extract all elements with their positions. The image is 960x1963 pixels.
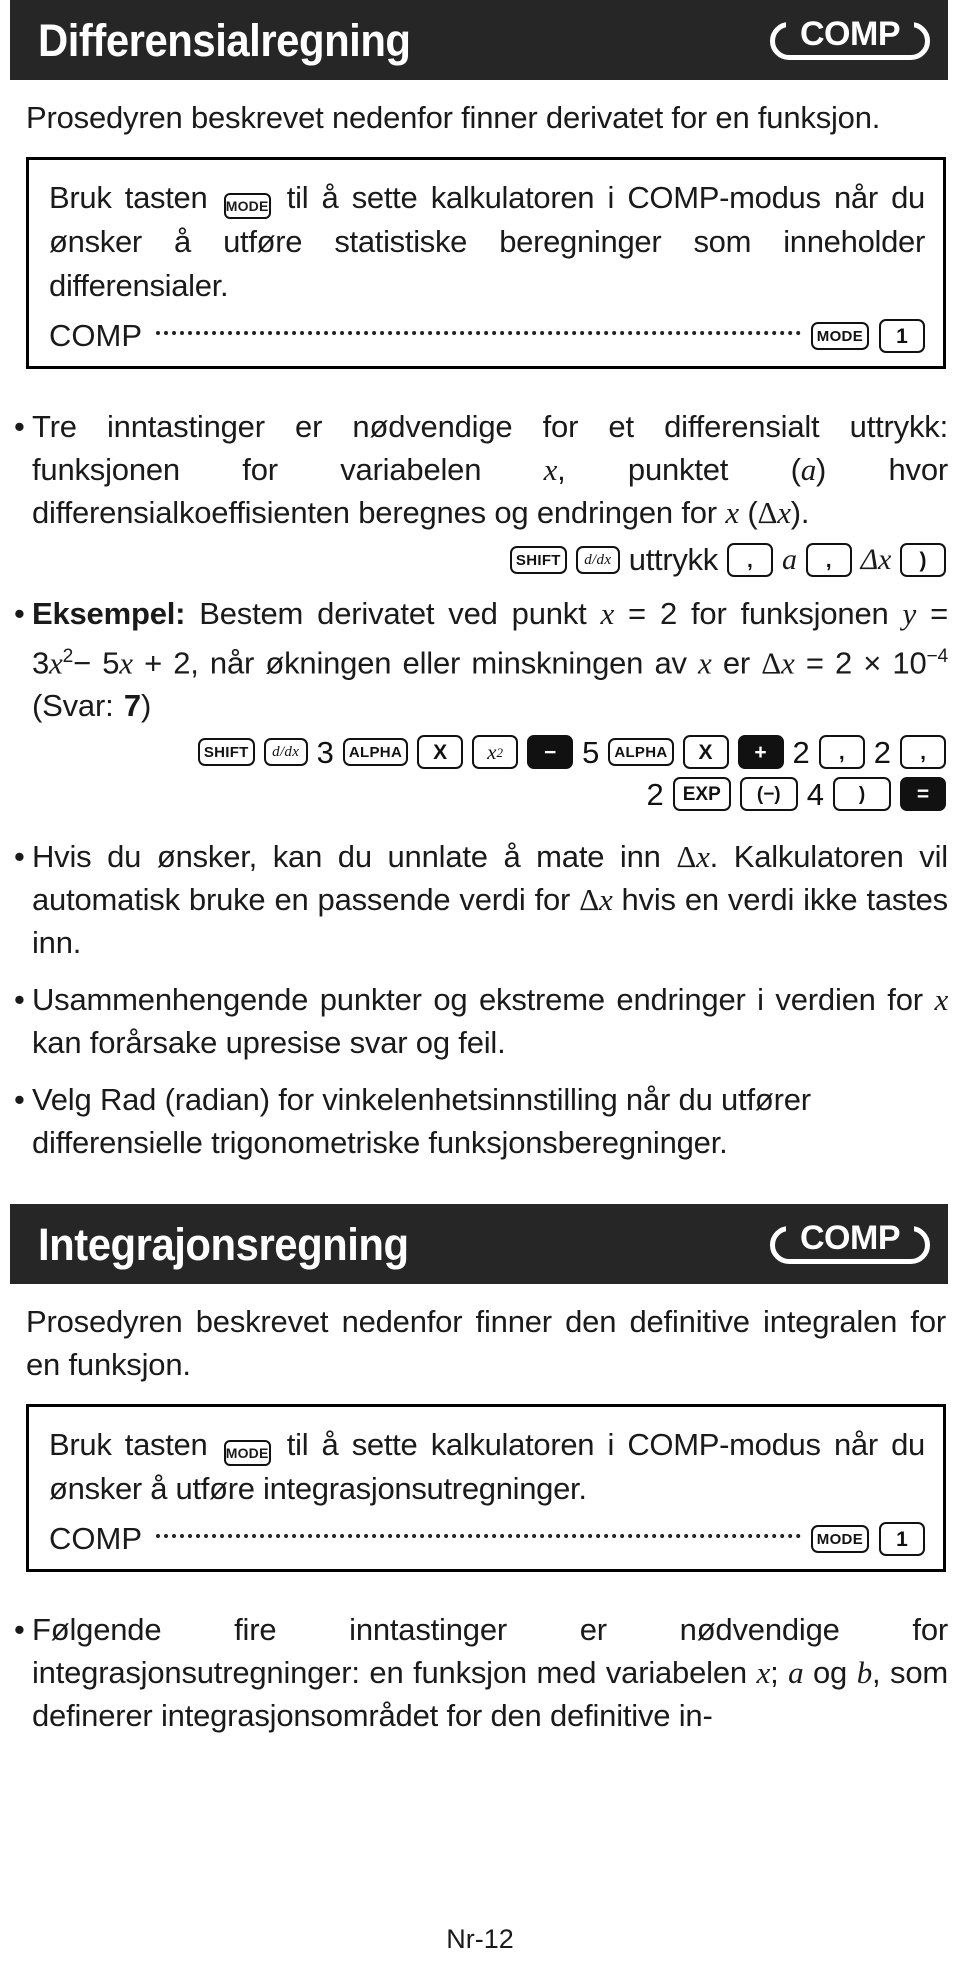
- key-alpha-2[interactable]: ALPHA: [608, 738, 674, 767]
- digit-2c: 2: [646, 776, 664, 812]
- mode-box-text-before-2: Bruk tasten: [49, 1427, 208, 1463]
- mode-box-text-2: Bruk tasten MODE til å sette kalkulatore…: [49, 1423, 925, 1511]
- key-plus[interactable]: +: [737, 735, 784, 770]
- section-title-2: Integrajonsregning: [38, 1218, 409, 1270]
- key-1[interactable]: 1: [879, 319, 925, 353]
- syntax-expression-label: uttrykk: [628, 542, 719, 577]
- bullet-four-inputs: • Følgende fire inntastinger er nødvendi…: [0, 1608, 960, 1737]
- example-text: Eksempel: Bestem derivatet ved punkt x =…: [32, 596, 948, 724]
- leader-dots: [156, 330, 801, 335]
- bullet-example: • Eksempel: Bestem derivatet ved punkt x…: [0, 592, 960, 727]
- key-x-2[interactable]: X: [682, 735, 729, 770]
- bullet-dot: •: [14, 839, 25, 875]
- badge-label-2: COMP: [800, 1219, 901, 1258]
- key-1-2[interactable]: 1: [879, 1522, 925, 1557]
- key-comma-4[interactable]: ,: [900, 735, 946, 770]
- key-x-squared[interactable]: x2: [472, 735, 519, 770]
- key-close-paren-2[interactable]: ): [833, 777, 891, 812]
- key-ddx[interactable]: d/dx: [263, 738, 308, 767]
- syntax-key-sequence: SHIFT d/dx uttrykk , a , Δx ): [0, 542, 960, 578]
- note-text-2: Usammenhengende punkter og ekstreme endr…: [32, 982, 948, 1061]
- mode-box-text-1: Bruk tasten MODE til å sette kalkulatore…: [49, 176, 925, 308]
- digit-2a: 2: [792, 734, 810, 770]
- mode-instruction-box-1: Bruk tasten MODE til å sette kalkulatore…: [26, 157, 946, 369]
- key-shift[interactable]: SHIFT: [509, 546, 567, 574]
- bullet-dot: •: [14, 982, 25, 1018]
- bullet-note-radian: • Velg Rad (radian) for vinkelenhetsinns…: [0, 1078, 960, 1164]
- key-mode[interactable]: MODE: [810, 322, 869, 350]
- mode-selection-line-2: COMP MODE 1: [49, 1521, 925, 1557]
- intro-paragraph-1: Prosedyren beskrevet nedenfor finner der…: [26, 100, 881, 135]
- mode-key-icon[interactable]: MODE: [223, 193, 271, 219]
- mode-box-text-before: Bruk tasten: [49, 180, 208, 215]
- digit-2b: 2: [873, 734, 891, 770]
- digit-4: 4: [806, 776, 824, 812]
- key-mode-2[interactable]: MODE: [810, 1525, 869, 1554]
- bullet-dot: •: [14, 596, 25, 631]
- section-header-differensialregning: Differensialregning COMP: [10, 0, 948, 80]
- bullet-text-2: Følgende fire inntastinger er nødvendige…: [32, 1612, 948, 1734]
- section-header-integrajonsregning: Integrajonsregning COMP: [10, 1204, 948, 1285]
- mode-key-sequence-2: MODE 1: [810, 1522, 925, 1557]
- badge-label: COMP: [800, 15, 901, 53]
- comp-mode-badge: COMP: [770, 16, 930, 64]
- mode-selection-line-1: COMP MODE 1: [49, 318, 925, 354]
- intro-paragraph-2: Prosedyren beskrevet nedenfor finner den…: [26, 1304, 946, 1383]
- bullet-note-delta-x: • Hvis du ønsker, kan du unnlate å mate …: [0, 835, 960, 964]
- digit-3: 3: [316, 734, 334, 770]
- bullet-dot: •: [14, 409, 25, 444]
- syntax-deltax-label: Δx: [860, 543, 892, 576]
- leader-dots-2: [156, 1533, 801, 1538]
- bullet-dot: •: [14, 1612, 25, 1648]
- key-equals[interactable]: =: [900, 777, 946, 812]
- example-key-sequence-row-1: SHIFT d/dx 3 ALPHA X x2 − 5 ALPHA X + 2 …: [0, 734, 960, 770]
- syntax-a-label: a: [781, 543, 797, 576]
- key-shift[interactable]: SHIFT: [197, 738, 255, 767]
- key-exp[interactable]: EXP: [672, 777, 731, 812]
- mode-name-label-2: COMP: [49, 1521, 142, 1557]
- key-alpha-1[interactable]: ALPHA: [342, 738, 409, 767]
- bullet-note-discontinuous: • Usammenhengende punkter og ekstreme en…: [0, 978, 960, 1064]
- page-number-footer: Nr-12: [446, 1924, 514, 1954]
- bullet-text: Tre inntastinger er nødvendige for et di…: [32, 409, 948, 530]
- key-comma-2[interactable]: ,: [805, 543, 852, 577]
- note-text-1: Hvis du ønsker, kan du unnlate å mate in…: [32, 839, 948, 961]
- bullet-list-1: • Tre inntastinger er nødvendige for et …: [0, 405, 960, 534]
- bullet-three-inputs: • Tre inntastinger er nødvendige for et …: [0, 405, 960, 534]
- example-key-sequence-row-2: 2 EXP (−) 4 ) =: [0, 776, 960, 812]
- manual-page: Differensialregning COMP Prosedyren besk…: [0, 0, 960, 1963]
- mode-key-icon-2[interactable]: MODE: [223, 1440, 271, 1467]
- digit-5: 5: [582, 734, 600, 770]
- key-close-paren[interactable]: ): [900, 543, 946, 577]
- mode-key-sequence: MODE 1: [810, 319, 925, 353]
- comp-mode-badge-2: COMP: [770, 1220, 930, 1268]
- section-title: Differensialregning: [38, 14, 411, 66]
- bullet-dot: •: [14, 1082, 25, 1118]
- key-negative[interactable]: (−): [739, 777, 798, 812]
- key-ddx[interactable]: d/dx: [575, 546, 620, 574]
- key-x-1[interactable]: X: [417, 735, 464, 770]
- example-label: Eksempel:: [32, 596, 186, 631]
- key-comma-3[interactable]: ,: [818, 735, 865, 770]
- mode-instruction-box-2: Bruk tasten MODE til å sette kalkulatore…: [26, 1404, 946, 1573]
- note-text-3: Velg Rad (radian) for vinkelenhetsinnsti…: [32, 1082, 811, 1161]
- key-minus[interactable]: −: [527, 735, 574, 770]
- key-comma-1[interactable]: ,: [726, 543, 773, 577]
- mode-name-label: COMP: [49, 318, 142, 353]
